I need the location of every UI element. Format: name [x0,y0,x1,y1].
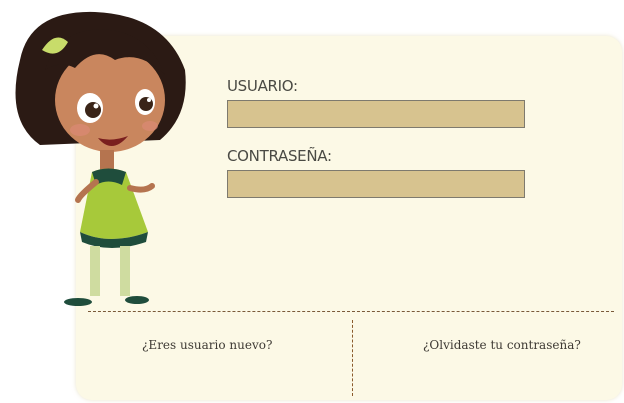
password-label: CONTRASEÑA: [227,147,332,165]
username-label: USUARIO: [227,77,298,95]
forgot-password-link[interactable]: ¿Olvidaste tu contraseña? [423,338,581,352]
password-input[interactable] [227,170,525,198]
username-input[interactable] [227,100,525,128]
new-user-link[interactable]: ¿Eres usuario nuevo? [142,338,272,352]
horizontal-divider [88,311,614,312]
girl-mascot-illustration [15,11,186,306]
vertical-divider [352,320,353,396]
